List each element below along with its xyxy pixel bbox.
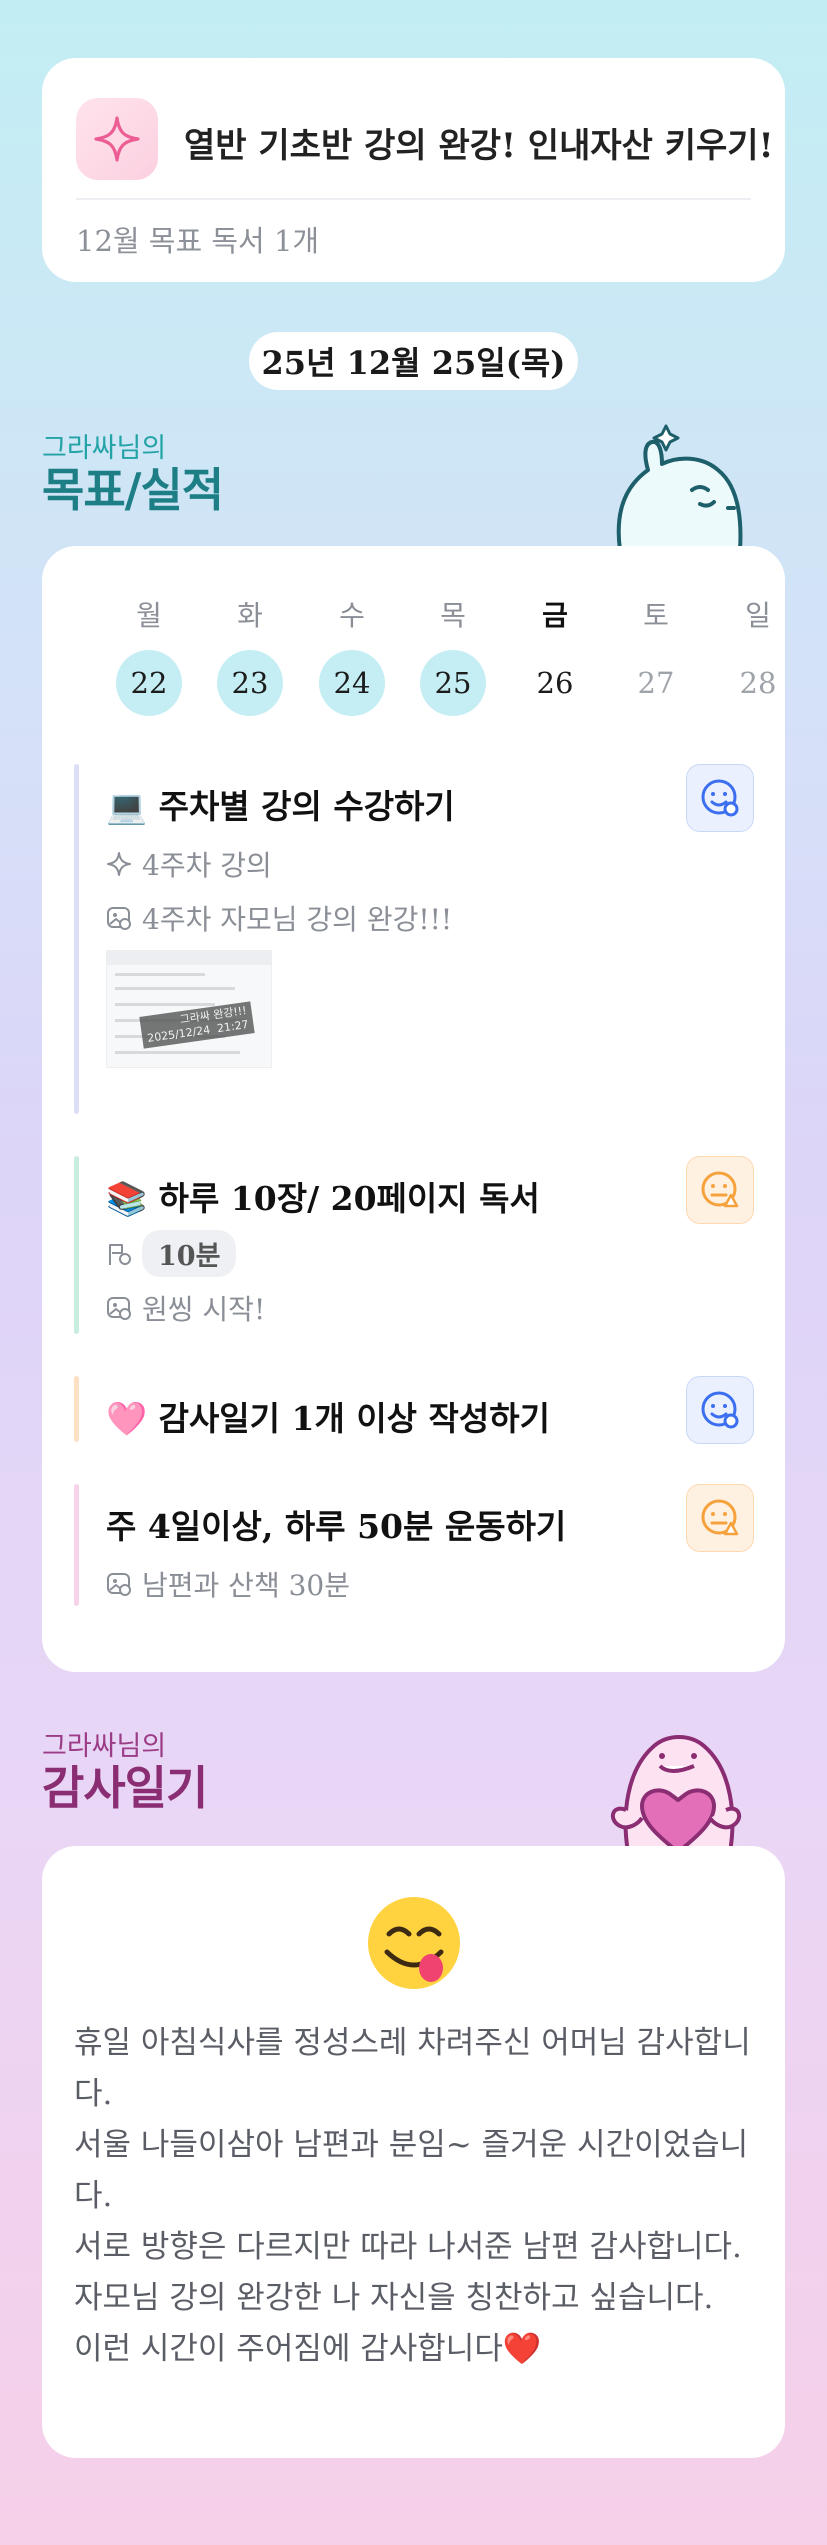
task-item[interactable]: 📚 하루 10장/ 20페이지 독서 10분 원씽 시작!: [74, 1156, 754, 1334]
day-date: 24: [319, 650, 385, 716]
day-tue[interactable]: 화 23: [217, 596, 283, 716]
day-label: 목: [440, 599, 466, 632]
day-label: 토: [643, 599, 669, 632]
mascot-heart-illustration: [610, 1735, 742, 1852]
divider: [76, 198, 751, 200]
duration-badge: 10분: [142, 1230, 237, 1277]
goal-subtitle: 12월 목표 독서 1개: [76, 224, 320, 258]
image-note-icon: [107, 907, 131, 930]
day-label: 금: [542, 599, 568, 632]
task-title: 💻 주차별 강의 수강하기: [106, 787, 455, 826]
mood-emoji-icon: [42, 1894, 785, 1996]
diary-section-title: 감사일기: [42, 1761, 208, 1815]
status-warning-icon[interactable]: [686, 1156, 754, 1224]
goals-section-title: 목표/실적: [42, 463, 224, 517]
task-note: 남편과 산책 30분: [142, 1569, 350, 1602]
goals-card: 월 22 화 23 수 24 목 25 금 26 토 27 일 28 💻 주차별…: [42, 546, 785, 1672]
task-accent-bar: [74, 1376, 79, 1442]
timer-flag-icon: [109, 1243, 131, 1265]
task-note-row: 남편과 산책 30분: [106, 1564, 350, 1604]
diary-entry: 휴일 아침식사를 정성스레 차려주신 어머님 감사합니다. 서울 나들이삼아 남…: [74, 2018, 753, 2375]
day-sat[interactable]: 토 27: [623, 596, 689, 716]
task-title: 🩷 감사일기 1개 이상 작성하기: [106, 1399, 550, 1438]
sparkle-icon: [107, 852, 131, 876]
sparkle-icon: [76, 98, 158, 180]
day-sun[interactable]: 일 28: [725, 596, 791, 716]
task-title: 📚 하루 10장/ 20페이지 독서: [106, 1179, 540, 1218]
image-note-icon: [107, 1573, 131, 1596]
status-warning-icon[interactable]: [686, 1484, 754, 1552]
day-date: 26: [536, 666, 574, 700]
goal-title: 열반 기초반 강의 완강! 인내자산 키우기!: [184, 126, 774, 166]
thumbnail-stamp: 그라싸 완강!!! 2025/12/24 21:27: [139, 1001, 255, 1049]
gratitude-diary-card[interactable]: 휴일 아침식사를 정성스레 차려주신 어머님 감사합니다. 서울 나들이삼아 남…: [42, 1846, 785, 2458]
task-note: 원씽 시작!: [142, 1293, 266, 1326]
task-detail-row: 4주차 강의: [106, 844, 272, 884]
image-note-icon: [107, 1297, 131, 1320]
day-thu[interactable]: 목 25: [420, 596, 486, 716]
day-label: 월: [136, 599, 162, 632]
task-duration-row: 10분: [106, 1230, 237, 1277]
task-note: 4주차 자모님 강의 완강!!!: [142, 903, 453, 936]
diary-line: 휴일 아침식사를 정성스레 차려주신 어머님 감사합니다.: [74, 2025, 751, 2112]
day-fri[interactable]: 금 26: [522, 596, 588, 716]
task-item[interactable]: 💻 주차별 강의 수강하기 4주차 강의 4주차 자모님 강의 완강!!! 그라…: [74, 764, 754, 1114]
diary-line: 이런 시간이 주어짐에 감사합니다❤️: [74, 2331, 542, 2367]
task-accent-bar: [74, 1484, 79, 1606]
task-detail: 4주차 강의: [142, 849, 272, 882]
task-title: 주 4일이상, 하루 50분 운동하기: [106, 1507, 567, 1546]
day-date: 27: [637, 666, 675, 700]
task-item[interactable]: 🩷 감사일기 1개 이상 작성하기: [74, 1376, 754, 1444]
date-selector[interactable]: 25년 12월 25일(목): [249, 332, 578, 390]
mascot-waving-illustration: [616, 424, 743, 550]
day-date: 28: [739, 666, 777, 700]
status-happy-icon[interactable]: [686, 1376, 754, 1444]
task-note-row: 원씽 시작!: [106, 1288, 265, 1328]
task-note-row: 4주차 자모님 강의 완강!!!: [106, 898, 452, 938]
diary-line: 자모님 강의 완강한 나 자신을 칭찬하고 싶습니다.: [74, 2280, 714, 2316]
day-date: 25: [420, 650, 486, 716]
task-accent-bar: [74, 1156, 79, 1334]
day-wed[interactable]: 수 24: [319, 596, 385, 716]
attachment-thumbnail[interactable]: 그라싸 완강!!! 2025/12/24 21:27: [106, 950, 272, 1068]
day-label: 수: [339, 599, 365, 632]
diary-line: 서로 방향은 다르지만 따라 나서준 남편 감사합니다.: [74, 2229, 742, 2265]
task-accent-bar: [74, 764, 79, 1114]
day-mon[interactable]: 월 22: [116, 596, 182, 716]
day-date: 23: [217, 650, 283, 716]
diary-line: 서울 나들이삼아 남편과 분임~ 즐거운 시간이었습니다.: [74, 2127, 749, 2214]
day-label: 일: [745, 599, 771, 632]
monthly-goal-card[interactable]: 열반 기초반 강의 완강! 인내자산 키우기! 12월 목표 독서 1개: [42, 58, 785, 282]
task-item[interactable]: 주 4일이상, 하루 50분 운동하기 남편과 산책 30분: [74, 1484, 754, 1606]
day-date: 22: [116, 650, 182, 716]
status-happy-icon[interactable]: [686, 764, 754, 832]
day-label: 화: [237, 599, 263, 632]
